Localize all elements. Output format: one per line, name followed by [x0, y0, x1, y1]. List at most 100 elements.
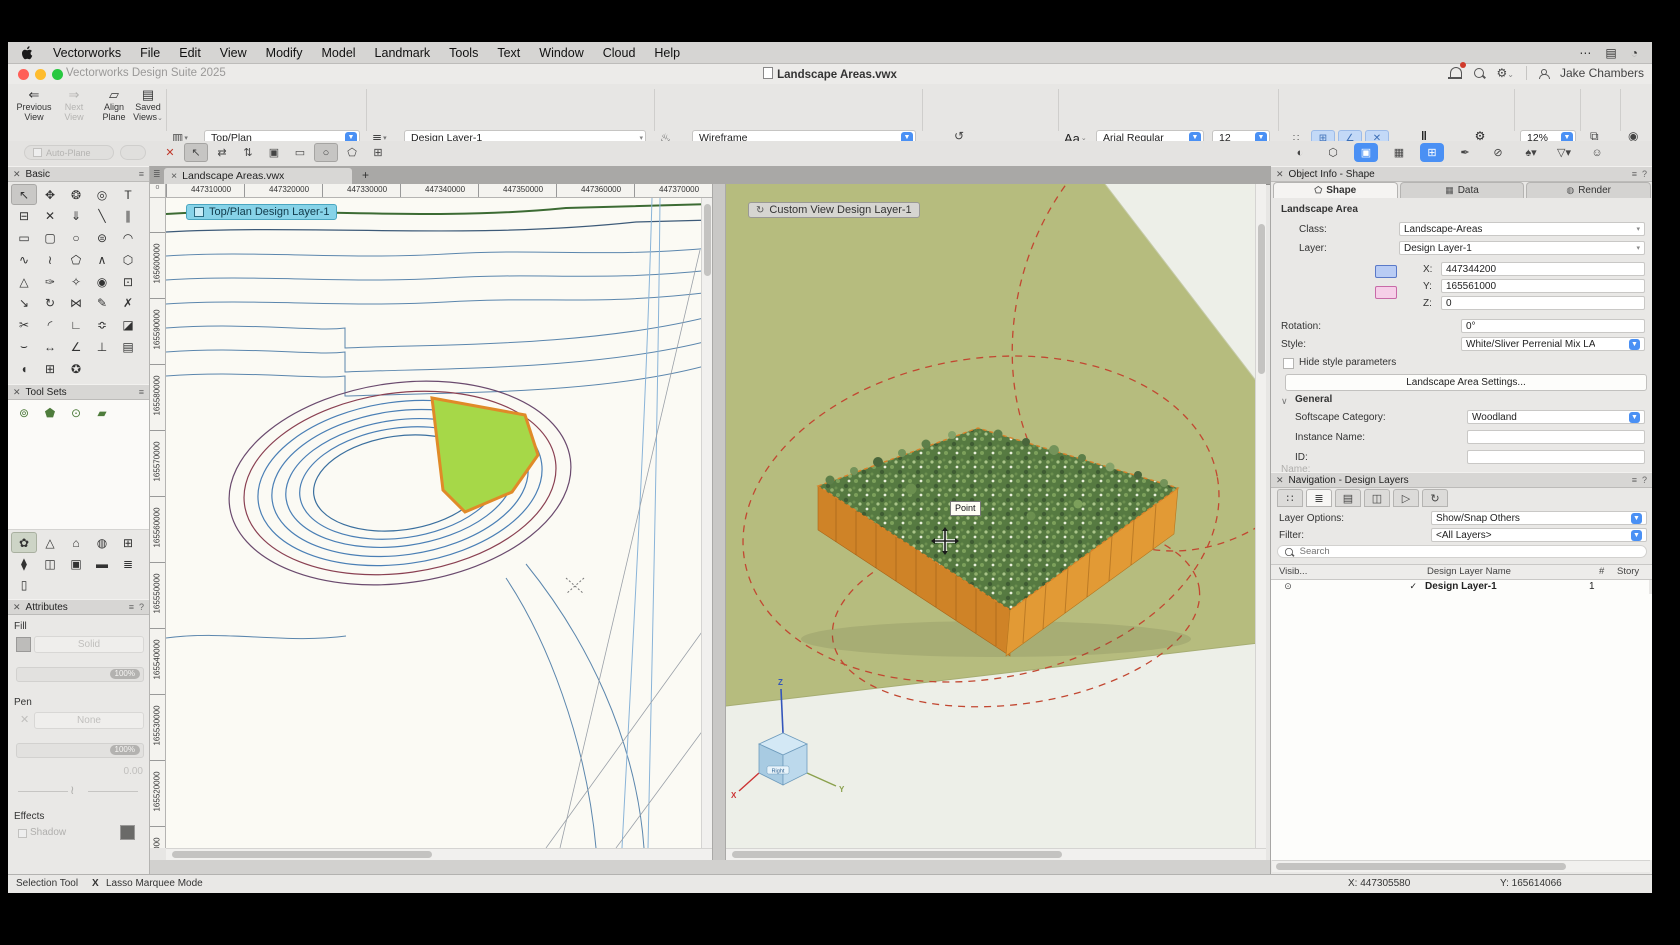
drag-grip-icon[interactable]: ≣: [153, 169, 161, 180]
object-info-header[interactable]: ✕ Object Info - Shape ≡ ?: [1271, 166, 1652, 182]
plan-vertical-scrollbar[interactable]: [701, 198, 712, 848]
spline-tool[interactable]: ≀: [37, 249, 63, 270]
close-tab-icon[interactable]: ×: [171, 170, 177, 182]
object-info-tab[interactable]: ⬠Shape: [1273, 182, 1398, 198]
apple-menu-icon[interactable]: [22, 46, 34, 60]
lasso-marquee-mode-icon[interactable]: ○: [314, 143, 338, 162]
interactive-selection-mode-icon[interactable]: ↖: [184, 143, 208, 162]
softscape-category-dropdown[interactable]: Woodland▼: [1467, 410, 1645, 424]
toolset-terrain[interactable]: △: [37, 532, 63, 553]
drag-selection-mode-icon[interactable]: ⇅: [236, 143, 260, 162]
menu-item[interactable]: Window: [539, 46, 583, 60]
object-info-tab[interactable]: ▦Data: [1400, 182, 1525, 198]
line-weight-field[interactable]: 0.00: [16, 763, 144, 780]
z-coordinate-field[interactable]: 0: [1441, 296, 1645, 310]
plant-tool[interactable]: ⊙: [63, 402, 89, 423]
eyedropper-tool[interactable]: ✑: [37, 271, 63, 292]
toolset-building-shell[interactable]: ⌂: [63, 532, 89, 553]
layer-visibility-icon[interactable]: ⊙: [1271, 581, 1305, 592]
reshape-tool[interactable]: ✕: [37, 206, 63, 227]
tape-measure-tool[interactable]: ▤: [115, 336, 141, 357]
palette-menu-icon[interactable]: ≡: [1632, 475, 1637, 485]
zoom-tool[interactable]: ◎: [89, 184, 115, 205]
id-field[interactable]: [1467, 450, 1645, 464]
menu-item[interactable]: Tools: [449, 46, 478, 60]
oval-tool[interactable]: ⊜: [89, 228, 115, 249]
filter-dropdown[interactable]: <All Layers>▼: [1431, 528, 1647, 542]
next-view-button[interactable]: ⇒Next View: [54, 88, 94, 123]
trim-tool[interactable]: ✂: [11, 315, 37, 336]
landscape-area-settings-button[interactable]: Landscape Area Settings...: [1285, 374, 1647, 391]
attributes-palette-header[interactable]: ✕ Attributes ≡ ?: [8, 599, 149, 615]
control-center-icon[interactable]: ▤: [1605, 46, 1616, 60]
menu-item[interactable]: View: [220, 46, 247, 60]
navigation-header[interactable]: ✕ Navigation - Design Layers ≡ ?: [1271, 472, 1652, 488]
magic-wand-tool[interactable]: ✧: [63, 271, 89, 292]
rounded-rectangle-tool[interactable]: ▢: [37, 228, 63, 249]
camera-view-icon[interactable]: ▣: [1354, 143, 1378, 162]
line-tool[interactable]: ╲: [89, 206, 115, 227]
menu-item[interactable]: Edit: [179, 46, 201, 60]
multi-view-pane-icon[interactable]: ⊞: [1420, 143, 1444, 162]
unrestricted-marquee-mode-icon[interactable]: ⊞: [366, 143, 390, 162]
close-icon[interactable]: ✕: [13, 387, 21, 398]
stake-object-tool[interactable]: ⊞: [37, 358, 63, 379]
fill-style-dropdown[interactable]: Solid: [34, 636, 144, 653]
fill-swatch[interactable]: [16, 637, 31, 652]
text-tool[interactable]: T: [115, 184, 141, 205]
close-icon[interactable]: ✕: [13, 169, 21, 180]
user-account-icon[interactable]: ☺: [1585, 143, 1609, 162]
notifications-bell-icon[interactable]: [1450, 66, 1462, 80]
help-icon[interactable]: ?: [139, 602, 144, 612]
palette-menu-icon[interactable]: ≡: [139, 387, 144, 397]
pen-opacity-slider[interactable]: 100%: [16, 743, 144, 758]
offset-tool[interactable]: ≎: [89, 315, 115, 336]
toolset-site-planning[interactable]: ✿: [11, 532, 37, 553]
layer-search-box[interactable]: [1277, 545, 1647, 558]
dropdown-arrow-icon[interactable]: ▼: [1629, 339, 1640, 350]
style-dropdown[interactable]: White/Sliver Perrenial Mix LA▼: [1461, 337, 1645, 351]
coordinate-mode-icon[interactable]: [1375, 265, 1397, 278]
freehand-tool[interactable]: ∿: [11, 249, 37, 270]
more-icon[interactable]: ⋯: [1579, 46, 1591, 60]
clip-cube-icon[interactable]: ⊘: [1486, 143, 1510, 162]
menu-item[interactable]: Vectorworks: [53, 46, 121, 60]
tool-sets-palette-header[interactable]: ✕ Tool Sets ≡: [8, 384, 149, 400]
mirror-tool[interactable]: ⋈: [63, 293, 89, 314]
circle-tool[interactable]: ○: [63, 228, 89, 249]
menu-item[interactable]: Text: [497, 46, 520, 60]
auto-plane-toggle[interactable]: Auto-Plane: [24, 145, 114, 160]
flyover-tool[interactable]: ❂: [63, 184, 89, 205]
help-icon[interactable]: ?: [1642, 475, 1647, 485]
delete-tool[interactable]: ✗: [115, 293, 141, 314]
nav-sheet-layers-tab[interactable]: ▤: [1335, 489, 1361, 507]
grid-mode-icon[interactable]: [1375, 286, 1397, 299]
story-column-header[interactable]: Story: [1617, 566, 1639, 577]
design-layer-row[interactable]: ⊙ ✓ Design Layer-1 1: [1271, 580, 1649, 593]
chamfer-tool[interactable]: ∟: [63, 315, 89, 336]
dimension-tool[interactable]: ↔: [37, 336, 63, 357]
rectangle-tool[interactable]: ▭: [11, 228, 37, 249]
x-coordinate-field[interactable]: 447344200: [1441, 262, 1645, 276]
redline-pen-icon[interactable]: ✒: [1453, 143, 1477, 162]
viewport-splitter[interactable]: [712, 184, 726, 860]
protractor-tool[interactable]: ◖: [11, 358, 37, 379]
toolset-fencing[interactable]: ≣: [115, 553, 141, 574]
toolset-space-planning[interactable]: ⊞: [115, 532, 141, 553]
selection-tool[interactable]: ↖: [11, 184, 37, 205]
custom-view-vertical-scrollbar[interactable]: [1255, 184, 1266, 860]
dropdown-arrow-icon[interactable]: ▼: [1631, 530, 1642, 541]
toolset-irrigation[interactable]: ⧫: [11, 553, 37, 574]
marquee-tool[interactable]: ⊡: [115, 271, 141, 292]
render-options-icon[interactable]: ▦: [1387, 143, 1411, 162]
menu-item[interactable]: Cloud: [603, 46, 636, 60]
close-icon[interactable]: ✕: [1276, 169, 1284, 180]
layer-options-dropdown[interactable]: Show/Snap Others▼: [1431, 511, 1647, 525]
landscape-area-tool[interactable]: ⬟: [37, 402, 63, 423]
document-tab[interactable]: × Landscape Areas.vwx: [164, 168, 352, 184]
menu-item[interactable]: File: [140, 46, 160, 60]
component-edit-icon[interactable]: ⬡: [1321, 143, 1345, 162]
plan-viewport-label[interactable]: Top/Plan Design Layer-1: [186, 204, 337, 220]
y-coordinate-field[interactable]: 165561000: [1441, 279, 1645, 293]
rectangle-marquee-mode-icon[interactable]: ▭: [288, 143, 312, 162]
